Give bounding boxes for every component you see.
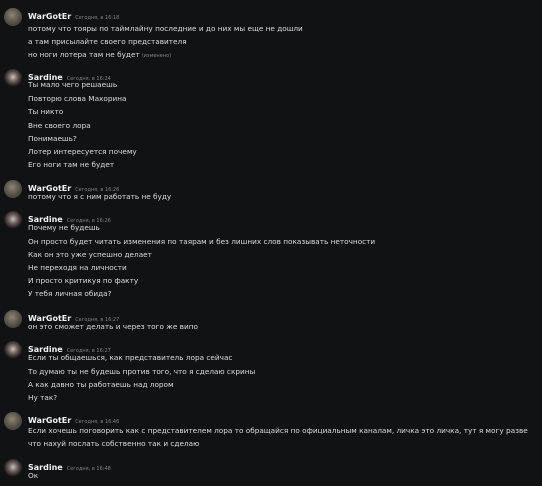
message-text: Ну так?: [28, 393, 58, 402]
message-text: Повторю слова Махорина: [28, 94, 127, 103]
message-text: Вне своего лора: [28, 121, 91, 130]
message-text: Лотер интересуется почему: [28, 147, 137, 156]
message-header: Sardine Сегодня, в 16:48: [28, 459, 111, 472]
message-text: Ты мало чего решаешь: [28, 80, 118, 89]
timestamp: Сегодня, в 16:48: [66, 466, 111, 472]
avatar[interactable]: [4, 310, 22, 328]
avatar[interactable]: [4, 69, 22, 87]
message-text: То думаю ты не будешь против того, что я…: [28, 367, 256, 376]
message-text: потому что я с ним работать не буду: [28, 192, 172, 201]
message-header: WarGotEr Сегодня, в 16:18: [28, 8, 120, 21]
message-text: У тебя личная обида?: [28, 289, 112, 298]
message-line: но ноги лотера там не будет (изменено): [28, 48, 171, 63]
message-text: потому что тояры по таймлайну последние …: [28, 24, 303, 33]
avatar[interactable]: [4, 211, 22, 229]
avatar[interactable]: [4, 341, 22, 359]
message-text: Ок: [28, 471, 39, 480]
message-text: Не переходя на личности: [28, 263, 127, 272]
message-text: А как давно ты работаешь над лором: [28, 380, 174, 389]
message-text: Почему не будешь: [28, 223, 100, 232]
message-text: Если ты общаешься, как представитель лор…: [28, 353, 233, 362]
avatar[interactable]: [4, 412, 22, 430]
message-text: а там присылайте своего представителя: [28, 37, 187, 46]
message-text: но ноги лотера там не будет: [28, 50, 140, 59]
avatar[interactable]: [4, 180, 22, 198]
avatar[interactable]: [4, 459, 22, 477]
timestamp: Сегодня, в 16:18: [75, 15, 120, 21]
message-text: он это сможет делать и через того же вип…: [28, 322, 198, 331]
message-text: Его ноги там не будет: [28, 160, 115, 169]
message-text: Как он это уже успешно делает: [28, 250, 152, 259]
chat-message-list: WarGotEr Сегодня, в 16:18 потому что тояр…: [0, 0, 542, 486]
author-name[interactable]: WarGotEr: [28, 12, 71, 21]
message-header: WarGotEr Сегодня, в 16:46: [28, 412, 119, 425]
message-text: Он просто будет читать изменения по таяр…: [28, 237, 376, 246]
message-text: Если хочешь поговорить как с представите…: [28, 426, 528, 448]
avatar[interactable]: [4, 8, 22, 26]
message-text: Понимаешь?: [28, 134, 77, 143]
message-text: И просто критикуя по факту: [28, 276, 139, 285]
edited-label: (изменено): [141, 53, 172, 59]
message-text: Ты никто: [28, 107, 64, 116]
